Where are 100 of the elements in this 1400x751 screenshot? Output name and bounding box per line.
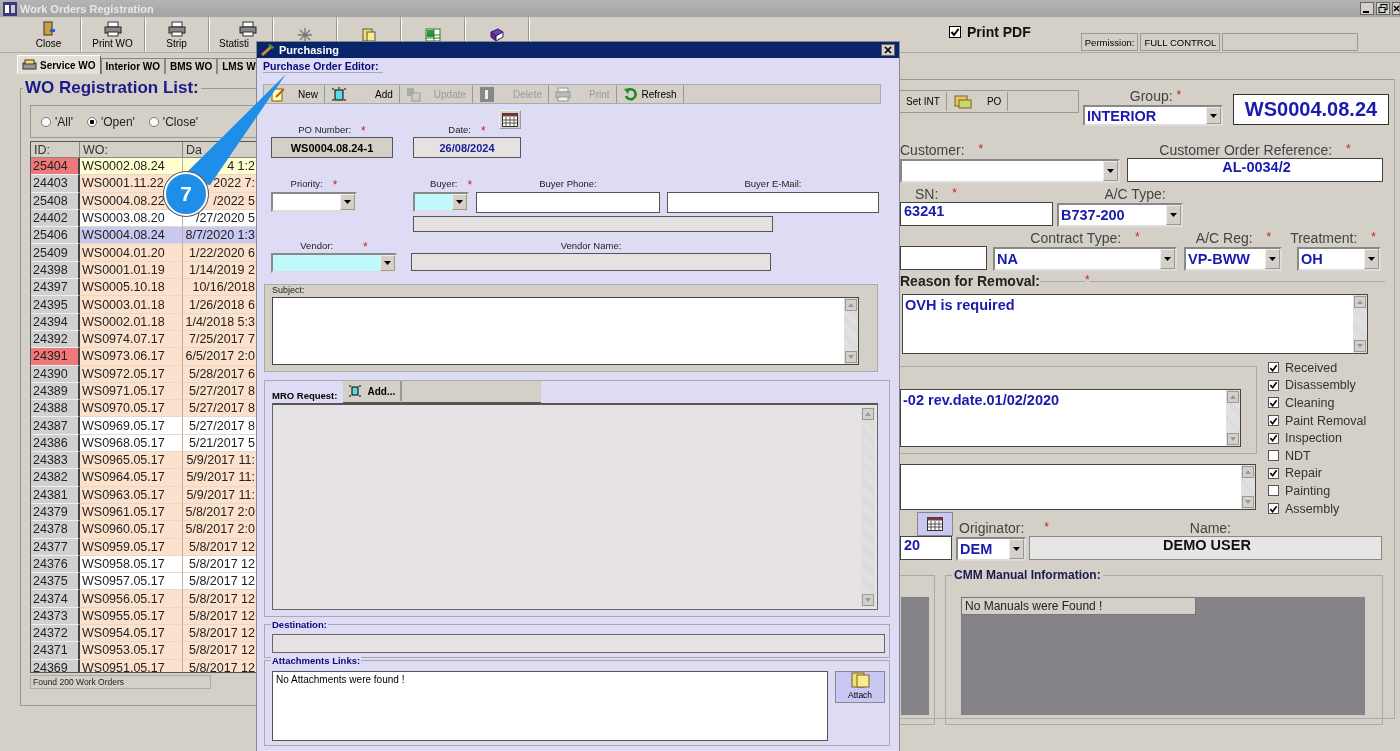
table-cell[interactable]: WS0003.01.18 bbox=[80, 296, 183, 314]
calendar-icon bbox=[502, 112, 518, 127]
table-row[interactable]: 25406 WS0004.08.24 8/7/2020 1:3 bbox=[31, 227, 258, 245]
toolbar-button[interactable]: Print WO bbox=[81, 17, 145, 52]
minimize-icon[interactable] bbox=[1360, 2, 1374, 15]
table-row[interactable]: 24382 WS0964.05.17 5/9/2017 11: bbox=[31, 469, 258, 487]
dropdown[interactable]: DEM bbox=[956, 537, 1026, 561]
checkbox[interactable] bbox=[1268, 379, 1279, 391]
table-row[interactable]: 25409 WS0004.01.20 1/22/2020 6 bbox=[31, 244, 258, 262]
table-row[interactable]: 24371 WS0953.05.17 5/8/2017 12 bbox=[31, 642, 258, 660]
checkbox[interactable] bbox=[1268, 397, 1279, 409]
radio-button[interactable]: 'All' bbox=[41, 114, 73, 129]
dropdown[interactable]: VP-BWW bbox=[1184, 247, 1282, 271]
window-title: Work Orders Registration bbox=[20, 2, 154, 15]
table-row[interactable]: 24395 WS0003.01.18 1/26/2018 6 bbox=[31, 296, 258, 314]
table-row[interactable]: 24378 WS0960.05.17 5/8/2017 2:0 bbox=[31, 521, 258, 539]
id-cell: 24371 bbox=[31, 642, 80, 660]
dropdown[interactable]: B737-200 bbox=[1057, 203, 1183, 227]
add-button[interactable]: Add... bbox=[343, 381, 403, 401]
table-row[interactable]: 24374 WS0956.05.17 5/8/2017 12 bbox=[31, 590, 258, 608]
field-label: Treatment: bbox=[1290, 230, 1358, 246]
radio-button[interactable]: 'Open' bbox=[86, 114, 135, 129]
text-field[interactable]: AL-0034/2 bbox=[1127, 158, 1383, 182]
tab[interactable]: BMS WO bbox=[165, 58, 218, 74]
text-area[interactable]: -02 rev.date.01/02/2020 bbox=[900, 389, 1241, 447]
table-cell[interactable]: WS0972.05.17 bbox=[80, 365, 183, 383]
id-cell: 24388 bbox=[31, 400, 80, 418]
tab[interactable]: Interior WO bbox=[100, 58, 166, 74]
date-field[interactable]: 20 bbox=[900, 536, 952, 560]
close-icon[interactable] bbox=[881, 44, 895, 56]
toolbar-button[interactable]: Refresh bbox=[616, 85, 684, 103]
table-cell[interactable]: WS0959.05.17 bbox=[80, 538, 183, 556]
column-header[interactable]: WO: bbox=[80, 142, 183, 158]
text-field[interactable]: 63241 bbox=[900, 202, 1053, 226]
table-cell[interactable]: WS0969.05.17 bbox=[80, 417, 183, 435]
id-cell: 24391 bbox=[31, 348, 80, 366]
dropdown-arrow-icon[interactable] bbox=[384, 261, 391, 265]
table-cell[interactable]: WS0002.01.18 bbox=[80, 313, 183, 331]
table-row[interactable]: 24397 WS0005.10.18 10/16/2018 bbox=[31, 279, 258, 297]
restore-icon[interactable] bbox=[1376, 2, 1390, 15]
toolbar-button[interactable]: PO bbox=[946, 92, 1009, 111]
close-icon[interactable] bbox=[1392, 2, 1400, 15]
checkbox[interactable] bbox=[1268, 467, 1279, 479]
dropdown[interactable]: NA bbox=[993, 247, 1177, 271]
column-header[interactable]: ID: bbox=[31, 142, 80, 158]
checkbox[interactable] bbox=[1268, 450, 1279, 462]
table-row[interactable]: 24372 WS0954.05.17 5/8/2017 12 bbox=[31, 625, 258, 643]
table-cell[interactable]: WS0963.05.17 bbox=[80, 486, 183, 504]
dropdown-arrow-icon[interactable] bbox=[1013, 547, 1020, 551]
table-cell[interactable]: WS0964.05.17 bbox=[80, 469, 183, 487]
table-cell[interactable]: WS0956.05.17 bbox=[80, 590, 183, 608]
table-row[interactable]: 24391 WS0973.06.17 6/5/2017 2:0 bbox=[31, 348, 258, 366]
table-cell[interactable]: WS0953.05.17 bbox=[80, 642, 183, 660]
permission-label: Permission: bbox=[1080, 33, 1139, 51]
radio-button[interactable]: 'Close' bbox=[148, 114, 199, 129]
table-cell[interactable]: WS0973.06.17 bbox=[80, 348, 183, 366]
dropdown[interactable]: INTERIOR bbox=[1083, 105, 1223, 126]
checkbox[interactable] bbox=[1268, 432, 1279, 444]
dropdown-arrow-icon[interactable] bbox=[1170, 213, 1177, 217]
checkbox[interactable] bbox=[1268, 503, 1279, 515]
email-field[interactable] bbox=[667, 192, 879, 213]
table-cell[interactable]: WS0951.05.17 bbox=[80, 659, 183, 672]
printer-icon bbox=[554, 86, 571, 102]
dropdown-arrow-icon[interactable] bbox=[1164, 257, 1171, 261]
field-label: Buyer: bbox=[430, 178, 458, 189]
dropdown-arrow-icon[interactable] bbox=[1269, 257, 1276, 261]
checkbox[interactable] bbox=[1268, 362, 1279, 374]
toolbar-button[interactable]: Strip bbox=[145, 17, 209, 52]
dropdown-arrow-icon[interactable] bbox=[456, 200, 463, 204]
attach-button[interactable]: Attach bbox=[835, 671, 885, 703]
field-label: Buyer E-Mail: bbox=[743, 178, 803, 191]
calendar-button[interactable] bbox=[917, 512, 953, 536]
dropdown-arrow-icon[interactable] bbox=[344, 200, 351, 204]
table-row[interactable]: 24375 WS0957.05.17 5/8/2017 12 bbox=[31, 573, 258, 591]
date-field[interactable]: 26/08/2024 bbox=[413, 137, 521, 158]
tab[interactable]: Service WO bbox=[17, 55, 101, 74]
checkbox-label: Paint Removal bbox=[1285, 413, 1367, 428]
toolbar-button[interactable]: Add bbox=[325, 85, 400, 103]
checkbox[interactable] bbox=[1268, 415, 1279, 427]
dropdown-arrow-icon[interactable] bbox=[1210, 113, 1217, 118]
table-cell[interactable]: WS0004.01.20 bbox=[80, 244, 183, 262]
dropdown-arrow-icon[interactable] bbox=[1107, 169, 1114, 173]
dropdown[interactable]: OH bbox=[1297, 247, 1381, 271]
table-row[interactable]: 24387 WS0969.05.17 5/27/2017 8 bbox=[31, 417, 258, 435]
table-row[interactable]: 24388 WS0970.05.17 5/27/2017 8 bbox=[31, 400, 258, 418]
printer-icon bbox=[239, 20, 257, 37]
text-area[interactable]: OVH is required bbox=[902, 294, 1368, 354]
checkbox[interactable] bbox=[1268, 485, 1279, 497]
document-icon bbox=[360, 26, 377, 43]
destination-field[interactable] bbox=[272, 634, 885, 653]
checkbox[interactable] bbox=[949, 25, 961, 38]
phone-field[interactable] bbox=[476, 192, 660, 213]
id-cell: 24397 bbox=[31, 279, 80, 297]
text-area[interactable] bbox=[900, 464, 1256, 510]
table-row[interactable]: 24383 WS0965.05.17 5/9/2017 11: bbox=[31, 452, 258, 470]
text-area[interactable] bbox=[272, 297, 859, 365]
table-cell[interactable]: WS0960.05.17 bbox=[80, 521, 183, 539]
dropdown-arrow-icon[interactable] bbox=[1368, 257, 1375, 261]
toolbar-button[interactable]: Close bbox=[17, 17, 81, 52]
text-field[interactable] bbox=[900, 246, 987, 270]
